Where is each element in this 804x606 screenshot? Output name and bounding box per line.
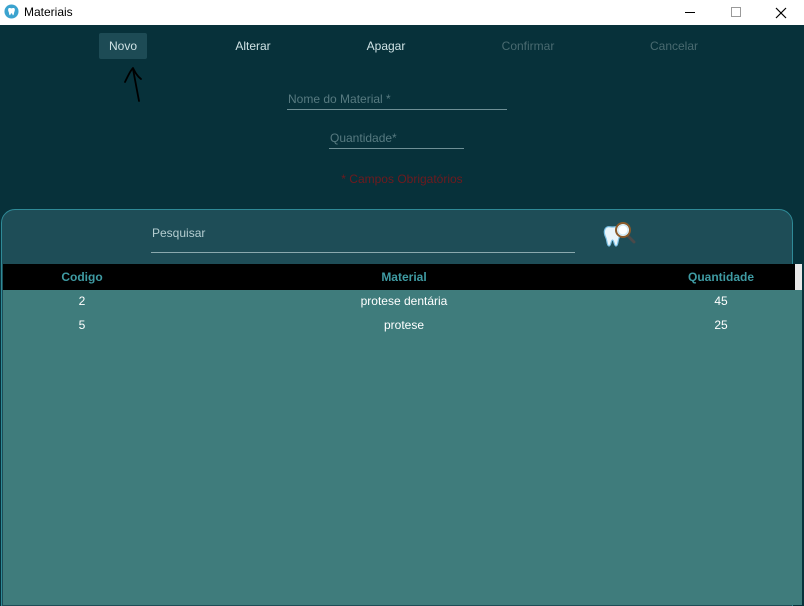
alterar-button[interactable]: Alterar [224, 33, 282, 59]
scrollbar-corner [795, 264, 802, 290]
materials-form: Novo Alterar Apagar Confirmar Cancelar N… [0, 25, 804, 606]
cell-quantidade: 25 [714, 318, 728, 332]
close-button[interactable] [758, 0, 804, 25]
cell-codigo: 2 [78, 294, 86, 308]
quantity-placeholder: Quantidade* [330, 131, 397, 145]
cell-quantidade: 45 [714, 294, 728, 308]
title-bar: Materiais [0, 0, 804, 25]
confirmar-button[interactable]: Confirmar [493, 33, 563, 59]
close-icon [775, 7, 787, 18]
maximize-icon [730, 7, 741, 17]
minimize-button[interactable] [667, 0, 713, 25]
materials-table: Codigo Material Quantidade 2 protese den… [3, 264, 802, 605]
quantity-field[interactable]: Quantidade* [329, 127, 464, 149]
table-header: Codigo Material Quantidade [3, 264, 795, 290]
cell-material: protese dentária [360, 294, 448, 308]
search-input[interactable]: Pesquisar [151, 224, 575, 253]
maximize-button[interactable] [713, 0, 759, 25]
required-fields-note: * Campos Obrigatórios [341, 172, 463, 186]
minimize-icon [684, 12, 695, 13]
novo-button[interactable]: Novo [99, 33, 147, 59]
cancelar-button[interactable]: Cancelar [641, 33, 707, 59]
apagar-button[interactable]: Apagar [356, 33, 416, 59]
column-header-material[interactable]: Material [161, 264, 647, 290]
table-row[interactable]: 5 protese 25 [3, 313, 795, 337]
column-header-quantidade[interactable]: Quantidade [647, 264, 795, 290]
table-row[interactable]: 2 protese dentária 45 [3, 289, 795, 313]
tooth-magnifier-icon[interactable] [602, 219, 638, 251]
cell-material: protese [383, 318, 425, 332]
search-placeholder: Pesquisar [152, 226, 206, 240]
material-name-field[interactable]: Nome do Material * [287, 88, 507, 110]
hand-drawn-arrow-icon [124, 67, 142, 102]
material-name-placeholder: Nome do Material * [288, 92, 391, 106]
tooth-app-icon [4, 4, 19, 19]
column-header-codigo[interactable]: Codigo [3, 264, 161, 290]
cell-codigo: 5 [78, 318, 86, 332]
window-title: Materiais [24, 5, 73, 19]
